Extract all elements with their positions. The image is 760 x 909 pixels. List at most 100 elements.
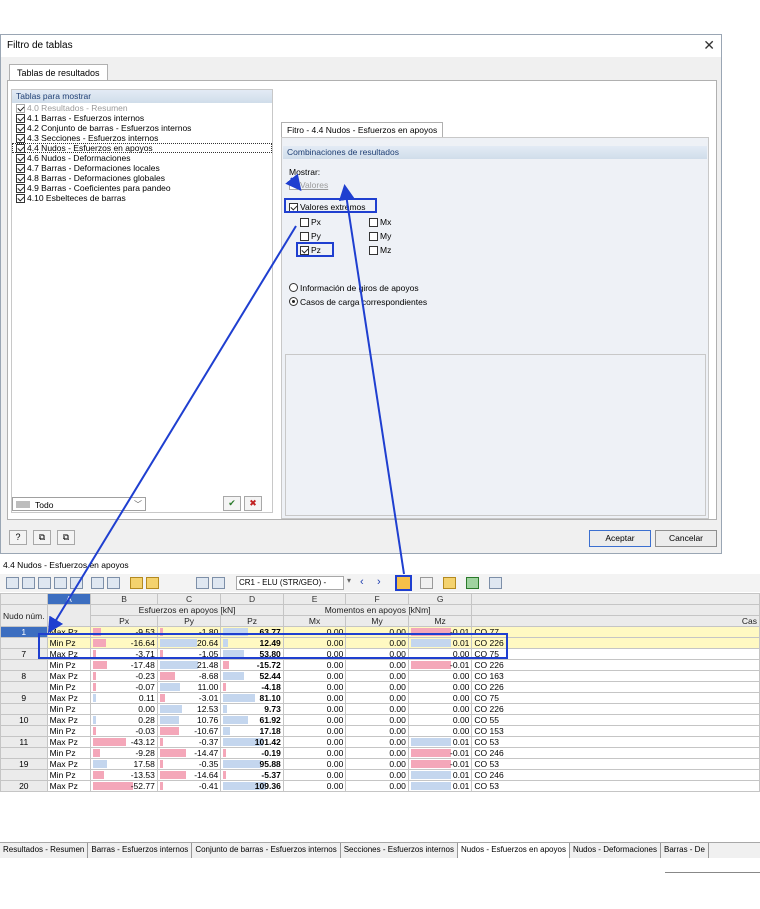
help-icon[interactable]: ? <box>9 530 27 545</box>
case-cell: CO 53 <box>471 736 760 748</box>
table-list-item[interactable]: 4.2 Conjunto de barras - Esfuerzos inter… <box>12 123 272 133</box>
select-all-button[interactable]: ✔ <box>223 496 241 511</box>
sheet-tab[interactable]: Resultados - Resumen <box>0 843 89 858</box>
table-list-item[interactable]: 4.0 Resultados - Resumen <box>12 103 272 113</box>
cell-value: -0.01 <box>450 660 470 670</box>
type-cell: Min Pz <box>46 703 92 715</box>
table-row[interactable]: Min Pz -17.48 21.48 -15.72 0.00 0.00 -0.01 CO 2… <box>0 659 760 671</box>
column-header: Px <box>90 615 158 627</box>
cancel-button[interactable]: Cancelar <box>655 530 717 547</box>
table-icon[interactable] <box>196 577 209 589</box>
import-icon[interactable]: ⧉ <box>33 530 51 545</box>
cell-value: -9.28 <box>135 748 155 758</box>
value-bar <box>93 716 97 724</box>
filter-icon[interactable] <box>395 575 412 591</box>
my-cell: 0.00 <box>345 703 409 715</box>
value-bar <box>93 694 97 702</box>
cell-value: 52.44 <box>259 671 281 681</box>
table-list-item[interactable]: 4.10 Esbelteces de barras <box>12 193 272 203</box>
export-icon[interactable]: ⧉ <box>57 530 75 545</box>
node-cell <box>0 769 48 781</box>
cell-value: -13.53 <box>130 770 155 780</box>
deselect-all-button[interactable]: ✖ <box>244 496 262 511</box>
mx-checkbox[interactable]: Mx <box>369 217 391 227</box>
next-icon[interactable]: › <box>377 576 381 588</box>
py-checkbox[interactable]: Py <box>300 231 321 241</box>
table-row[interactable]: 19 Max Pz 17.58 -0.35 95.88 0.00 0.00 -0.01 CO 5… <box>0 758 760 770</box>
cell-value: 21.48 <box>197 660 219 670</box>
table-row[interactable]: Min Pz 0.00 12.53 9.73 0.00 0.00 0.00 CO 226 <box>0 703 760 715</box>
type-cell: Max Pz <box>46 692 92 704</box>
column-letter: G <box>407 593 473 605</box>
table-icon[interactable] <box>107 577 120 589</box>
my-checkbox[interactable]: My <box>369 231 391 241</box>
case-cell: CO 75 <box>471 648 760 660</box>
filter-header: Combinaciones de resultados <box>283 146 707 159</box>
chart-icon[interactable] <box>212 577 225 589</box>
table-row[interactable]: 9 Max Pz 0.11 -3.01 81.10 0.00 0.00 0.00 CO 75 <box>0 692 760 704</box>
table-row[interactable]: Min Pz -13.53 -14.64 -5.37 0.00 0.00 0.01 CO 24… <box>0 769 760 781</box>
px-checkbox[interactable]: Px <box>300 217 321 227</box>
zoom-icon[interactable] <box>420 577 433 589</box>
mz-cell: 0.00 <box>407 714 473 726</box>
color-scale-icon[interactable] <box>443 577 456 589</box>
table-list-item[interactable]: 4.4 Nudos - Esfuerzos en apoyos <box>12 143 272 153</box>
sheet-tab[interactable]: Secciones - Esfuerzos internos <box>341 843 458 858</box>
table-row[interactable]: Min Pz -0.07 11.00 -4.18 0.00 0.00 0.00 CO 226 <box>0 681 760 693</box>
previous-icon[interactable]: ‹ <box>360 576 364 588</box>
sheet-tab[interactable]: Nudos - Deformaciones <box>570 843 661 858</box>
table-list-item[interactable]: 4.9 Barras - Coeficientes para pandeo <box>12 183 272 193</box>
value-bar <box>223 727 231 735</box>
ok-button[interactable]: Aceptar <box>589 530 651 547</box>
table-list-item[interactable]: 4.8 Barras - Deformaciones globales <box>12 173 272 183</box>
tab-result-tables[interactable]: Tablas de resultados <box>9 64 108 81</box>
close-icon[interactable]: ✕ <box>703 37 715 53</box>
table-icon[interactable] <box>70 577 83 589</box>
select-icon[interactable] <box>130 577 143 589</box>
my-cell: 0.00 <box>345 659 409 671</box>
checkbox-icon <box>300 231 309 241</box>
table-row[interactable]: 10 Max Pz 0.28 10.76 61.92 0.00 0.00 0.00 CO 55 <box>0 714 760 726</box>
cell-value: 0.11 <box>138 693 155 703</box>
table-list-item[interactable]: 4.1 Barras - Esfuerzos internos <box>12 113 272 123</box>
load-cases-radio[interactable]: Casos de carga correspondientes <box>289 297 427 307</box>
tables-list-pane: Tablas para mostrar 4.0 Resultados - Res… <box>11 89 273 513</box>
table-icon[interactable] <box>91 577 104 589</box>
table-list-item[interactable]: 4.6 Nudos - Deformaciones <box>12 153 272 163</box>
table-row[interactable]: 8 Max Pz -0.23 -8.68 52.44 0.00 0.00 0.00 CO 163 <box>0 670 760 682</box>
value-bar <box>159 760 163 768</box>
table-icon[interactable] <box>54 577 67 589</box>
values-checkbox[interactable]: Valores <box>289 180 328 190</box>
sheet-tab[interactable]: Nudos - Esfuerzos en apoyos <box>458 843 570 858</box>
table-list-item[interactable]: 4.7 Barras - Deformaciones locales <box>12 163 272 173</box>
table-icon[interactable] <box>38 577 51 589</box>
table-icon[interactable] <box>6 577 19 589</box>
excel-icon[interactable] <box>466 577 479 589</box>
chevron-down-icon[interactable]: ▾ <box>347 576 351 585</box>
mz-checkbox[interactable]: Mz <box>369 245 391 255</box>
filter-lower-panel <box>285 354 706 516</box>
table-list-item[interactable]: 4.3 Secciones - Esfuerzos internos <box>12 133 272 143</box>
select-icon[interactable] <box>146 577 159 589</box>
table-row[interactable]: 11 Max Pz -43.12 -0.37 101.42 0.00 0.00 0.01 CO … <box>0 736 760 748</box>
cell-value: 0.00 <box>326 737 344 747</box>
table-row[interactable]: 20 Max Pz -52.77 -0.41 109.36 0.00 0.00 0.01 CO … <box>0 780 760 792</box>
filter-select[interactable]: Todo ﹀ <box>12 497 146 511</box>
table-icon[interactable] <box>22 577 35 589</box>
value-bar <box>223 760 261 768</box>
tab-filter-nodes[interactable]: Fitro - 4.4 Nudos - Esfuerzos en apoyos <box>281 122 444 138</box>
sheet-tab[interactable]: Barras - De <box>661 843 709 858</box>
sheet-tab[interactable]: Conjunto de barras - Esfuerzos internos <box>192 843 341 858</box>
combination-select[interactable]: CR1 - ELU (STR/GEO) - <box>236 576 344 590</box>
cell-value: -8.68 <box>198 671 219 681</box>
support-rotation-radio[interactable]: Información de giros de apoyos <box>289 283 419 293</box>
settings-icon[interactable] <box>489 577 502 589</box>
cell-value: 0.00 <box>389 737 406 747</box>
value-bar <box>159 749 186 757</box>
sheet-tab[interactable]: Barras - Esfuerzos internos <box>88 843 193 858</box>
pz-cell: 52.44 <box>220 670 284 682</box>
table-row[interactable]: Min Pz -9.28 -14.47 -0.19 0.00 0.00 -0.01 CO 24… <box>0 747 760 759</box>
cell-value: -43.12 <box>130 737 155 747</box>
table-row[interactable]: Min Pz -0.03 -10.67 17.18 0.00 0.00 0.00 CO 153 <box>0 725 760 737</box>
column-letter: F <box>345 593 409 605</box>
